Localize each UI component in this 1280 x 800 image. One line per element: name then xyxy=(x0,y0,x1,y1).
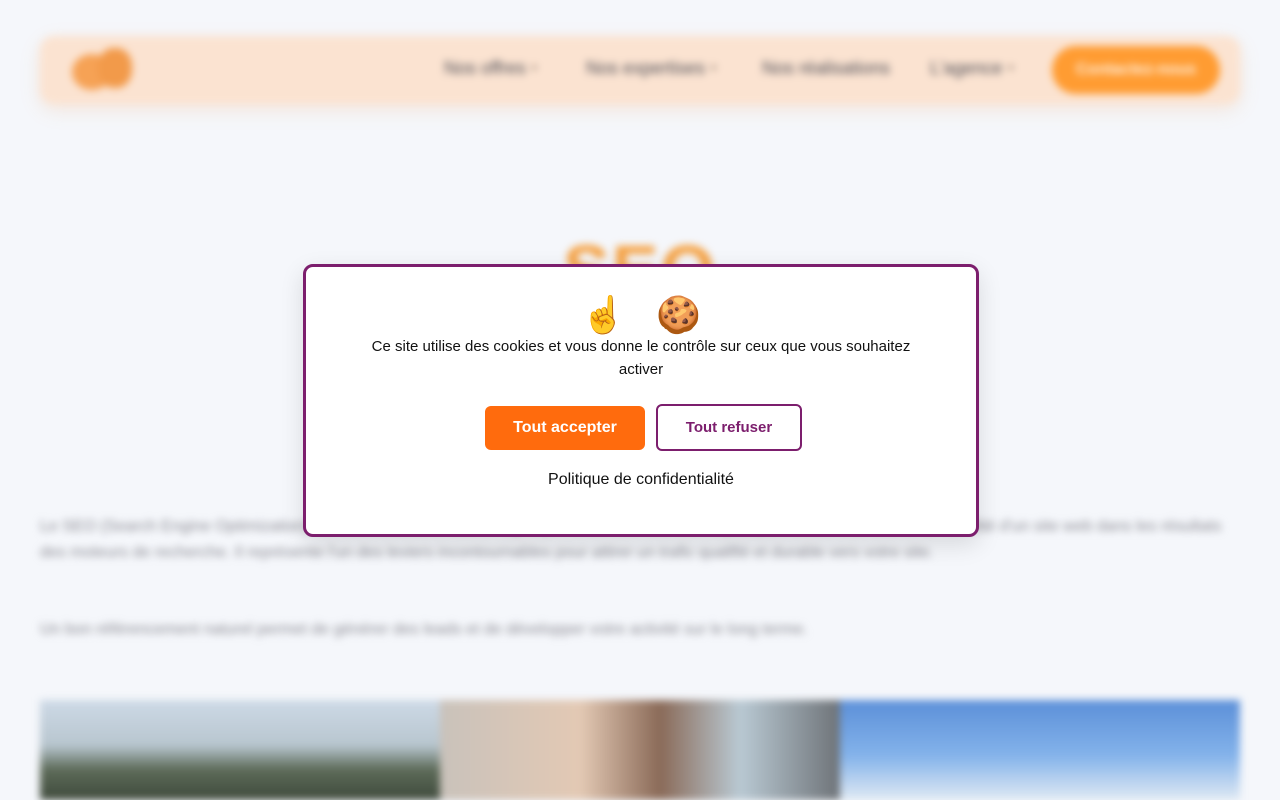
cookie-message: Ce site utilise des cookies et vous donn… xyxy=(371,338,911,378)
nav-item-realisations[interactable]: Nos réalisations xyxy=(762,58,890,79)
nav-item-label: Nos offres xyxy=(444,58,526,78)
cookie-icon: 🍪 xyxy=(656,294,701,335)
cookie-consent-dialog: ☝️ 🍪 Ce site utilise des cookies et vous… xyxy=(303,264,979,537)
nav-item-label: L'agence xyxy=(930,58,1003,78)
nav-item-expertises[interactable]: Nos expertises ▾ xyxy=(586,58,716,79)
chevron-down-icon: ▾ xyxy=(711,63,717,74)
city-photo xyxy=(840,700,1240,800)
site-logo[interactable] xyxy=(68,44,138,96)
privacy-policy-link[interactable]: Politique de confidentialité xyxy=(306,471,976,489)
secondary-paragraph: Un bon référencement naturel permet de g… xyxy=(40,621,808,638)
page: Nos offres ▾ Nos expertises ▾ Nos réalis… xyxy=(0,0,1280,800)
refuse-all-button[interactable]: Tout refuser xyxy=(656,404,802,451)
contact-button[interactable]: Contactez-nous xyxy=(1052,46,1220,94)
nav-item-agence[interactable]: L'agence ▾ xyxy=(930,58,1014,79)
nav-item-label: Nos réalisations xyxy=(762,58,891,78)
photo-strip xyxy=(40,700,1240,800)
pointing-finger-icon: ☝️ xyxy=(581,294,626,335)
nav-item-offres[interactable]: Nos offres ▾ xyxy=(444,58,537,79)
chevron-down-icon: ▾ xyxy=(531,63,537,74)
accept-all-button[interactable]: Tout accepter xyxy=(485,406,645,450)
chevron-down-icon: ▾ xyxy=(1008,63,1014,74)
office-photo xyxy=(440,700,840,800)
landscape-photo xyxy=(40,700,440,800)
nav-item-label: Nos expertises xyxy=(586,58,706,78)
site-header: Nos offres ▾ Nos expertises ▾ Nos réalis… xyxy=(40,36,1240,104)
cookie-emojis: ☝️ 🍪 xyxy=(306,293,976,337)
